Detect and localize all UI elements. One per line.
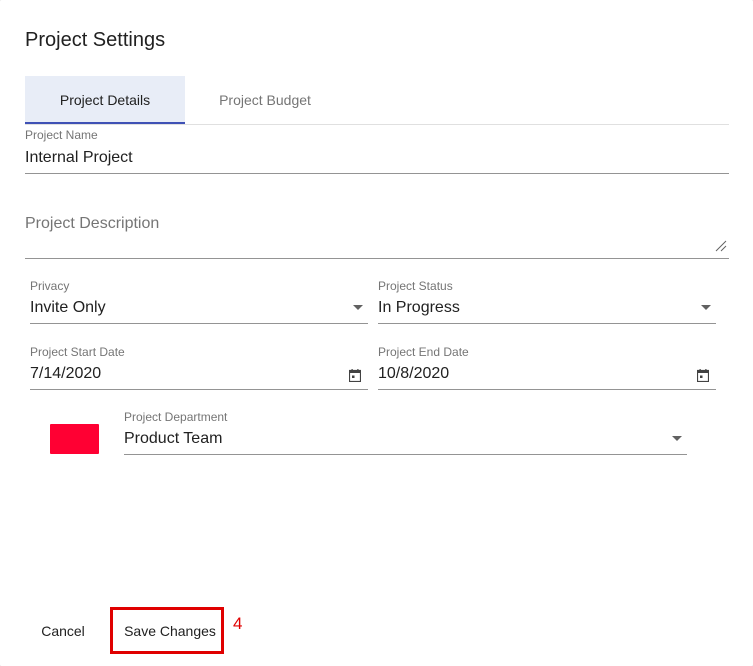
tab-label: Project Details (59, 92, 151, 108)
start-date-field[interactable]: Project Start Date 7/14/2020 (30, 345, 368, 390)
privacy-value: Invite Only (30, 299, 106, 316)
resize-handle-icon[interactable] (715, 240, 727, 252)
project-settings-dialog: Project Settings Project Details Project… (0, 0, 753, 666)
project-name-input[interactable]: Internal Project (25, 149, 133, 167)
department-color-swatch[interactable] (50, 424, 99, 454)
project-status-underline (378, 323, 716, 324)
end-date-underline (378, 389, 716, 390)
end-date-field[interactable]: Project End Date 10/8/2020 (378, 345, 716, 390)
chevron-down-icon (353, 305, 363, 310)
privacy-select[interactable]: Privacy Invite Only (30, 279, 368, 324)
project-department-label: Project Department (124, 410, 228, 424)
calendar-icon[interactable] (349, 369, 361, 382)
project-department-value: Product Team (124, 430, 223, 447)
step-highlight-box (110, 607, 224, 654)
tab-project-budget[interactable]: Project Budget (185, 76, 345, 123)
privacy-label: Privacy (30, 279, 70, 293)
active-tab-indicator (25, 122, 185, 124)
privacy-underline (30, 323, 368, 324)
calendar-icon[interactable] (697, 369, 709, 382)
chevron-down-icon (672, 436, 682, 441)
dialog-title: Project Settings (25, 29, 166, 51)
project-name-label: Project Name (25, 128, 98, 142)
tab-bar: Project Details Project Budget (25, 76, 729, 125)
tab-label: Project Budget (219, 92, 311, 108)
project-department-select[interactable]: Project Department Product Team (124, 410, 687, 455)
start-date-input[interactable]: 7/14/2020 (30, 365, 101, 383)
start-date-underline (30, 389, 368, 390)
project-description-textarea[interactable]: Project Description (25, 215, 159, 233)
start-date-label: Project Start Date (30, 345, 125, 359)
project-description-field[interactable]: Project Description (25, 214, 729, 260)
project-status-select[interactable]: Project Status In Progress (378, 279, 716, 324)
end-date-label: Project End Date (378, 345, 469, 359)
project-status-value: In Progress (378, 299, 460, 316)
project-status-label: Project Status (378, 279, 453, 293)
tab-project-details[interactable]: Project Details (25, 76, 185, 124)
project-description-underline (25, 258, 729, 259)
project-name-underline (25, 173, 729, 174)
project-name-field[interactable]: Project Name Internal Project (25, 128, 729, 175)
cancel-button[interactable]: Cancel (28, 613, 98, 649)
chevron-down-icon (701, 305, 711, 310)
end-date-input[interactable]: 10/8/2020 (378, 365, 449, 383)
project-department-underline (124, 454, 687, 455)
step-number-marker: 4 (233, 614, 243, 633)
